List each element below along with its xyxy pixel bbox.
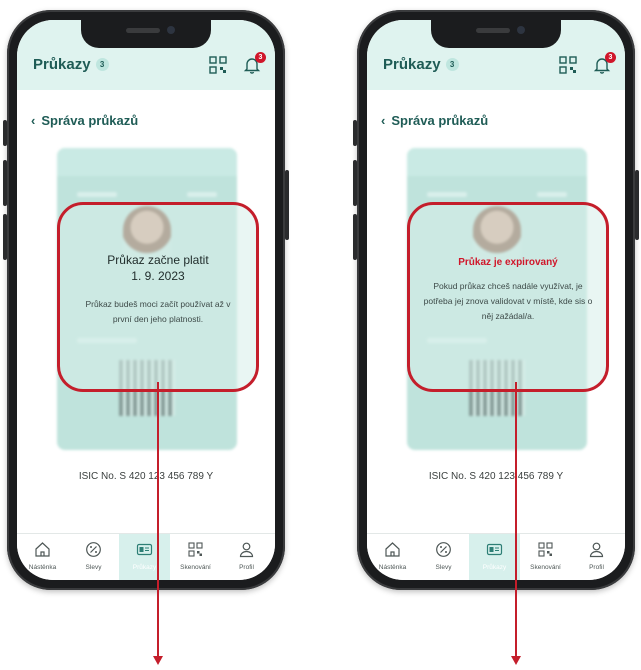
- page-title: Průkazy 3: [383, 56, 459, 73]
- scan-icon: [188, 542, 203, 557]
- phone-screen: Průkazy 3 3 ‹ Správa průkazů: [17, 20, 275, 580]
- status-overlay: Průkaz je expirovaný Pokud průkaz chceš …: [407, 202, 609, 392]
- tab-label: Nástěnka: [28, 564, 57, 571]
- discount-icon: [436, 542, 451, 557]
- chevron-left-icon: ‹: [31, 113, 36, 128]
- tab-nastenka[interactable]: Nástěnka: [17, 534, 68, 580]
- volume-up-button: [353, 160, 357, 206]
- home-icon: [385, 542, 400, 557]
- page-title: Průkazy 3: [33, 56, 109, 73]
- back-label: Správa průkazů: [41, 113, 139, 128]
- isic-number: ISIC No. S 420 123 456 789 Y: [78, 471, 214, 482]
- notification-badge: 3: [255, 52, 266, 63]
- tab-label: Skenování: [530, 564, 561, 571]
- tab-slevy[interactable]: Slevy: [68, 534, 119, 580]
- overlay-title: Průkaz začne platit: [107, 253, 209, 267]
- tab-label: Slevy: [85, 564, 102, 571]
- card-icon: [486, 543, 503, 556]
- profile-icon: [589, 542, 604, 558]
- overlay-description: Pokud průkaz chceš nadále využívat, je p…: [423, 281, 593, 321]
- volume-down-button: [353, 214, 357, 260]
- tab-prukazy[interactable]: Průkazy: [469, 534, 520, 580]
- overlay-title: Průkaz je expirovaný: [458, 257, 558, 268]
- isic-number: ISIC No. S 420 123 456 789 Y: [428, 471, 564, 482]
- notification-badge: 3: [605, 52, 616, 63]
- mute-switch: [3, 120, 7, 146]
- mute-switch: [353, 120, 357, 146]
- notch: [81, 20, 211, 48]
- page-title-text: Průkazy: [383, 56, 441, 73]
- qr-code-icon[interactable]: [559, 56, 577, 74]
- tab-label: Průkazy: [132, 564, 157, 571]
- tab-label: Profil: [589, 564, 604, 571]
- tab-profil[interactable]: Profil: [221, 534, 272, 580]
- qr-code-icon[interactable]: [209, 56, 227, 74]
- profile-icon: [239, 542, 254, 558]
- back-link[interactable]: ‹ Správa průkazů: [381, 113, 488, 128]
- phone-screen: Průkazy 3 3 ‹ Správa průkazů: [367, 20, 625, 580]
- back-label: Správa průkazů: [391, 113, 489, 128]
- chevron-left-icon: ‹: [381, 113, 386, 128]
- page-title-text: Průkazy: [33, 56, 91, 73]
- notch: [431, 20, 561, 48]
- volume-up-button: [3, 160, 7, 206]
- power-button: [635, 170, 639, 240]
- arrowhead-left-icon: [153, 656, 163, 665]
- tab-profil[interactable]: Profil: [571, 534, 622, 580]
- tab-slevy[interactable]: Slevy: [418, 534, 469, 580]
- tab-label: Slevy: [435, 564, 452, 571]
- bottom-tab-bar: Nástěnka Slevy Průkazy Skenování Profil: [17, 533, 275, 580]
- tab-nastenka[interactable]: Nástěnka: [367, 534, 418, 580]
- overlay-description: Průkaz budeš moci začít používat až v pr…: [85, 299, 231, 324]
- discount-icon: [86, 542, 101, 557]
- tab-prukazy[interactable]: Průkazy: [119, 534, 170, 580]
- card-icon: [136, 543, 153, 556]
- power-button: [285, 170, 289, 240]
- status-overlay: Průkaz začne platit 1. 9. 2023 Průkaz bu…: [57, 202, 259, 392]
- tab-label: Skenování: [180, 564, 211, 571]
- tab-skenovani[interactable]: Skenování: [170, 534, 221, 580]
- card-count-badge: 3: [445, 58, 459, 71]
- annotation-arrow-left: [157, 382, 159, 658]
- arrowhead-right-icon: [511, 656, 521, 665]
- overlay-date: 1. 9. 2023: [131, 269, 185, 283]
- card-count-badge: 3: [95, 58, 109, 71]
- tab-label: Profil: [239, 564, 254, 571]
- phone-mockup-valid-from: Průkazy 3 3 ‹ Správa průkazů Průkaz začn…: [3, 10, 289, 590]
- bottom-tab-bar: Nástěnka Slevy Průkazy Skenování Profil: [367, 533, 625, 580]
- annotation-arrow-right: [515, 382, 517, 658]
- back-link[interactable]: ‹ Správa průkazů: [31, 113, 138, 128]
- phone-mockup-expired: Průkazy 3 3 ‹ Správa průkazů Průkaz je e…: [353, 10, 639, 590]
- scan-icon: [538, 542, 553, 557]
- home-icon: [35, 542, 50, 557]
- tab-label: Nástěnka: [378, 564, 407, 571]
- volume-down-button: [3, 214, 7, 260]
- tab-skenovani[interactable]: Skenování: [520, 534, 571, 580]
- tab-label: Průkazy: [482, 564, 507, 571]
